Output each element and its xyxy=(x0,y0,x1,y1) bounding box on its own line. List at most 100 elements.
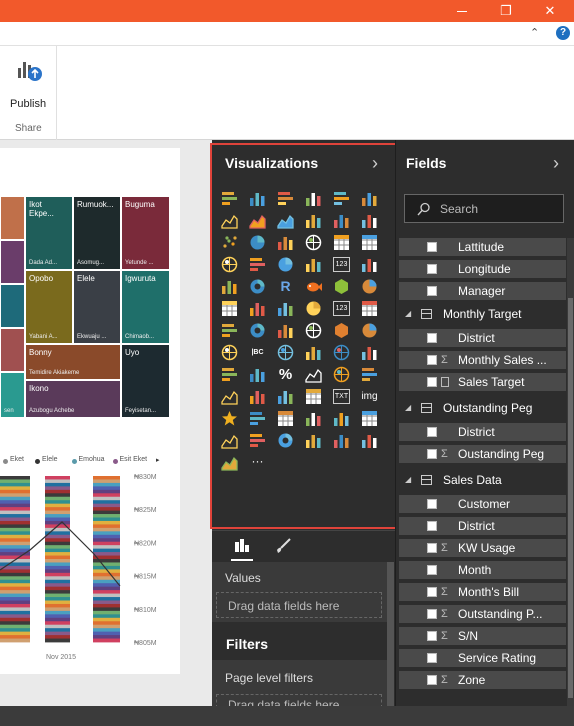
minimize-button[interactable] xyxy=(440,0,484,22)
honeycomb-visual-icon[interactable] xyxy=(333,322,350,339)
treemap-visual-icon[interactable] xyxy=(277,234,294,251)
treemap-cell[interactable]: Opobo Yabani A... xyxy=(25,270,73,344)
stacked-area-visual-icon[interactable] xyxy=(277,212,294,229)
table2-visual-icon[interactable] xyxy=(361,410,378,427)
field-checkbox[interactable] xyxy=(427,449,437,459)
percent-visual-icon[interactable]: % xyxy=(277,366,294,383)
treemap-cell[interactable]: Igwuruta Chimaob... xyxy=(121,270,170,344)
legend-item[interactable]: Elele xyxy=(42,456,58,463)
collapse-triangle-icon[interactable]: ◢ xyxy=(405,468,411,492)
area-visual-icon[interactable] xyxy=(249,212,266,229)
help-icon[interactable]: ? xyxy=(556,26,570,40)
treemap-cell[interactable] xyxy=(0,284,25,328)
field-checkbox[interactable] xyxy=(427,675,437,685)
clustered-bar-visual-icon[interactable] xyxy=(277,190,294,207)
treemap-cell[interactable]: Ikot Ekpe... Dada Ad... xyxy=(25,196,73,270)
fields-scroll-thumb[interactable] xyxy=(568,298,573,698)
bars2-visual-icon[interactable] xyxy=(333,432,350,449)
field-checkbox[interactable] xyxy=(427,286,437,296)
funnel-visual-icon[interactable] xyxy=(249,256,266,273)
grid-visual-icon[interactable] xyxy=(305,388,322,405)
field-item[interactable]: Longitude xyxy=(399,260,566,278)
hierarchy-visual-icon[interactable] xyxy=(249,388,266,405)
shape-map-visual-icon[interactable] xyxy=(305,322,322,339)
field-item[interactable]: District xyxy=(399,423,566,441)
puzzle-visual-icon[interactable] xyxy=(277,322,294,339)
text-visual-icon[interactable]: TXT xyxy=(333,388,350,405)
r-visual-visual-icon[interactable]: R xyxy=(277,278,294,295)
network-visual-icon[interactable] xyxy=(333,344,350,361)
fields-search-box[interactable]: Search xyxy=(404,194,564,223)
field-checkbox[interactable] xyxy=(427,377,437,387)
strip-visual-icon[interactable] xyxy=(361,366,378,383)
field-checkbox[interactable] xyxy=(427,521,437,531)
field-item[interactable]: Σ Zone xyxy=(399,671,566,689)
radar-visual-icon[interactable] xyxy=(333,410,350,427)
filled-map-visual-icon[interactable] xyxy=(221,256,238,273)
100-column-visual-icon[interactable] xyxy=(361,190,378,207)
star-visual-icon[interactable] xyxy=(221,410,238,427)
field-checkbox[interactable] xyxy=(427,565,437,575)
waterfall2-visual-icon[interactable] xyxy=(249,410,266,427)
field-checkbox[interactable] xyxy=(427,631,437,641)
fields-scrollbar[interactable] xyxy=(567,238,574,706)
bars-visual-icon[interactable] xyxy=(277,388,294,405)
donut2-visual-icon[interactable] xyxy=(277,432,294,449)
legend-item[interactable]: Eket xyxy=(10,456,24,463)
legend-item[interactable]: Esit Eket xyxy=(120,456,148,463)
field-checkbox[interactable] xyxy=(427,499,437,509)
treemap-cell[interactable]: Uyo Feyisetan... xyxy=(121,344,170,418)
treemap-cell[interactable]: Elele Ekwuaju ... xyxy=(73,270,121,344)
field-item[interactable]: District xyxy=(399,517,566,535)
hourglass-visual-icon[interactable] xyxy=(249,366,266,383)
field-item[interactable]: Month xyxy=(399,561,566,579)
multi-row-card-visual-icon[interactable] xyxy=(305,256,322,273)
line-clustered-visual-icon[interactable] xyxy=(333,212,350,229)
fields-collapse-icon[interactable]: › xyxy=(553,153,559,174)
field-checkbox[interactable] xyxy=(427,242,437,252)
close-button[interactable]: ✕ xyxy=(528,0,572,22)
column-small-visual-icon[interactable] xyxy=(305,410,322,427)
timeline-visual-icon[interactable] xyxy=(221,388,238,405)
radial-visual-icon[interactable] xyxy=(249,322,266,339)
field-item[interactable]: Σ Monthly Sales ... xyxy=(399,351,566,369)
treemap-cell[interactable]: Bonny Temidire Akiakeme xyxy=(25,344,121,380)
field-item[interactable]: District xyxy=(399,329,566,347)
field-table[interactable]: ◢ Monthly Target xyxy=(399,302,566,326)
slicer-visual-icon[interactable] xyxy=(221,278,238,295)
publish-button[interactable]: Publish xyxy=(6,54,52,110)
field-table[interactable]: ◢ Sales Data xyxy=(399,468,566,492)
donut-visual-icon[interactable] xyxy=(249,278,266,295)
treemap-visual[interactable]: sen Ikot Ekpe... Dada Ad... Rumuok... Asomug… xyxy=(0,196,170,418)
field-checkbox[interactable] xyxy=(427,333,437,343)
heatmap-visual-icon[interactable] xyxy=(221,300,238,317)
stacked-column-visual-icon[interactable] xyxy=(249,190,266,207)
line-visual-icon[interactable] xyxy=(221,212,238,229)
field-checkbox[interactable] xyxy=(427,427,437,437)
sunburst-visual-icon[interactable] xyxy=(361,322,378,339)
stacked-column[interactable] xyxy=(0,476,30,643)
gantt-visual-icon[interactable] xyxy=(221,366,238,383)
treemap-cell[interactable]: Rumuok... Asomug... xyxy=(73,196,121,270)
field-item[interactable]: Sales Target xyxy=(399,373,566,391)
field-checkbox[interactable] xyxy=(427,543,437,553)
bullet-visual-icon[interactable] xyxy=(221,322,238,339)
treemap-cell[interactable]: sen xyxy=(0,372,25,418)
field-checkbox[interactable] xyxy=(427,355,437,365)
field-checkbox[interactable] xyxy=(427,653,437,663)
stacked-bar-visual-icon[interactable] xyxy=(221,190,238,207)
number-card-visual-icon[interactable]: 123 xyxy=(333,300,350,317)
fish-visual-icon[interactable] xyxy=(305,278,322,295)
histogram-visual-icon[interactable] xyxy=(277,300,294,317)
cloud-visual-icon[interactable] xyxy=(277,344,294,361)
treemap-cell[interactable] xyxy=(0,328,25,372)
clock-visual-icon[interactable] xyxy=(361,278,378,295)
field-checkbox[interactable] xyxy=(427,587,437,597)
stacked-column[interactable] xyxy=(93,476,120,643)
sparkline-visual-icon[interactable] xyxy=(221,432,238,449)
calendar-visual-icon[interactable] xyxy=(361,300,378,317)
waterfall-visual-icon[interactable] xyxy=(249,300,266,317)
barcode-visual-icon[interactable]: |BC xyxy=(249,344,266,361)
field-item[interactable]: Manager xyxy=(399,282,566,300)
collapse-triangle-icon[interactable]: ◢ xyxy=(405,302,411,326)
